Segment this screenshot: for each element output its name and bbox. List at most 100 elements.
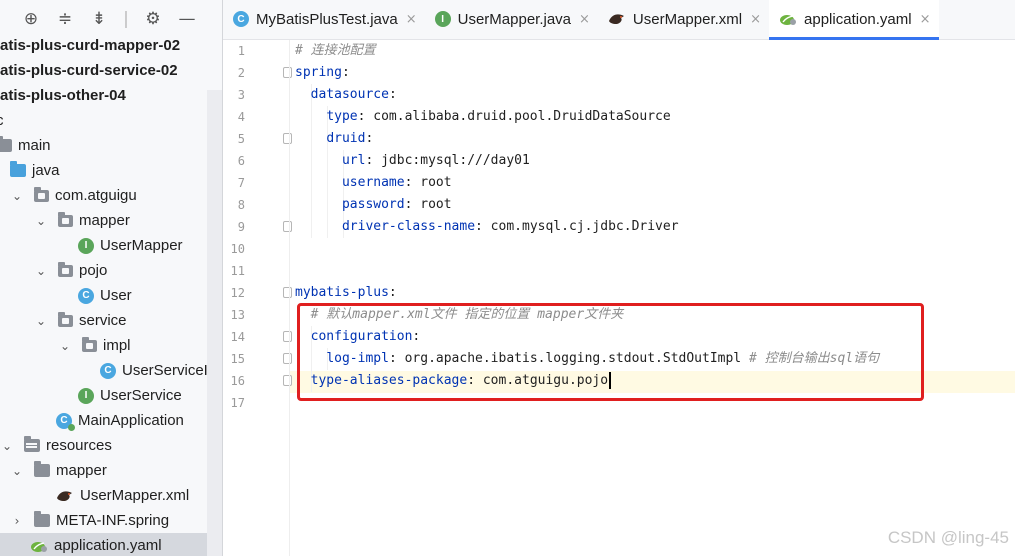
yaml-value: : com.mysql.cj.jdbc.Driver: [475, 219, 679, 234]
line-number: 2: [237, 66, 245, 80]
code-line[interactable]: type: com.alibaba.druid.pool.DruidDataSo…: [295, 106, 670, 128]
code-line[interactable]: username: root: [295, 172, 452, 194]
yaml-key: datasource: [310, 87, 389, 102]
tree-item[interactable]: ⌄ mapper: [0, 458, 222, 483]
chevron-right-icon[interactable]: ›: [10, 514, 24, 528]
annotation-highlight-box: [297, 303, 924, 401]
code-line[interactable]: url: jdbc:mysql:///day01: [295, 150, 530, 172]
code-line[interactable]: datasource:: [295, 84, 397, 106]
chevron-down-icon[interactable]: ⌄: [58, 339, 72, 353]
tree-item-label: META-INF.spring: [56, 512, 170, 529]
tree-item-label: service: [79, 312, 127, 329]
editor-tab[interactable]: C MyBatisPlusTest.java ×: [223, 0, 425, 39]
yaml-value: : jdbc:mysql:///day01: [365, 153, 530, 168]
line-number: 6: [237, 154, 245, 168]
tree-item[interactable]: application.yaml: [0, 533, 222, 556]
interface-icon: I: [434, 11, 451, 27]
yaml-value: :: [365, 131, 374, 146]
expand-all-icon[interactable]: ≑: [48, 4, 82, 34]
close-icon[interactable]: ×: [406, 12, 417, 27]
tree-item[interactable]: C MainApplication: [0, 408, 222, 433]
tree-item[interactable]: java: [0, 158, 222, 183]
tree-item[interactable]: ⌄ mapper: [0, 208, 222, 233]
tree-item-label: UserMapper: [100, 237, 183, 254]
code-line[interactable]: mybatis-plus:: [295, 282, 397, 304]
tree-item[interactable]: ⌄ pojo: [0, 258, 222, 283]
line-number: 13: [230, 308, 245, 322]
chevron-down-icon[interactable]: ⌄: [34, 214, 48, 228]
close-icon[interactable]: ×: [579, 12, 590, 27]
separator: |: [123, 9, 129, 29]
tree-item[interactable]: c: [0, 108, 218, 133]
tree-item-label: User: [100, 287, 132, 304]
fold-marker-icon[interactable]: [283, 287, 292, 298]
class-icon: C: [100, 362, 116, 379]
tree-item[interactable]: UserMapper.xml: [0, 483, 222, 508]
yaml-key: mybatis-plus: [295, 285, 389, 300]
fold-marker-icon[interactable]: [283, 133, 292, 144]
fold-marker-icon[interactable]: [283, 67, 292, 78]
code-line[interactable]: druid:: [295, 128, 373, 150]
line-number: 5: [237, 132, 245, 146]
line-number: 11: [230, 264, 245, 278]
gear-icon[interactable]: ⚙: [136, 4, 170, 34]
tree-item[interactable]: I UserMapper: [0, 233, 222, 258]
tree-item[interactable]: main: [0, 133, 218, 158]
mybatis-xml-icon: [56, 489, 74, 503]
code-line[interactable]: # 连接池配置: [295, 40, 376, 62]
chevron-down-icon[interactable]: ⌄: [34, 314, 48, 328]
line-number: 15: [230, 352, 245, 366]
code-line[interactable]: spring:: [295, 62, 350, 84]
mybatis-xml-icon: [608, 12, 626, 26]
tree-item-label: atis-plus-curd-service-02: [0, 62, 178, 79]
editor-tab[interactable]: UserMapper.xml ×: [598, 0, 769, 39]
tree-item[interactable]: ⌄ service: [0, 308, 222, 333]
yaml-value: : root: [404, 197, 452, 212]
tree-item[interactable]: C User: [0, 283, 222, 308]
fold-marker-icon[interactable]: [283, 221, 292, 232]
yaml-value: :: [388, 87, 397, 102]
class-icon: C: [78, 287, 94, 304]
close-icon[interactable]: ×: [920, 12, 931, 27]
fold-marker-icon[interactable]: [283, 331, 292, 342]
yaml-value: :: [388, 285, 397, 300]
crosshair-icon[interactable]: ⊕: [14, 4, 48, 34]
folder-icon: [0, 136, 12, 152]
chevron-down-icon[interactable]: ⌄: [10, 464, 24, 478]
tree-item[interactable]: C UserServiceIm: [0, 358, 222, 383]
editor-tab[interactable]: I UserMapper.java ×: [425, 0, 598, 39]
tree-item-label: pojo: [79, 262, 108, 279]
chevron-down-icon[interactable]: ⌄: [0, 439, 14, 453]
editor-tab[interactable]: application.yaml ×: [769, 0, 939, 40]
chevron-down-icon[interactable]: ⌄: [10, 189, 24, 203]
code-editor[interactable]: # 连接池配置 spring: datasource: type: com.ali…: [295, 40, 1015, 556]
tree-item[interactable]: atis-plus-other-04: [0, 83, 222, 108]
minus-icon[interactable]: —: [170, 4, 204, 34]
collapse-all-icon[interactable]: ⇟: [82, 4, 116, 34]
package-icon: [58, 261, 73, 277]
tree-item[interactable]: atis-plus-curd-mapper-02: [0, 33, 222, 58]
tree-item-label: resources: [46, 437, 112, 454]
tab-label: UserMapper.java: [457, 10, 572, 28]
tree-item-label: application.yaml: [54, 537, 162, 554]
yaml-value: : root: [404, 175, 452, 190]
editor-tab-bar: C MyBatisPlusTest.java × I UserMapper.java × U…: [223, 0, 1015, 40]
code-line[interactable]: driver-class-name: com.mysql.cj.jdbc.Dri…: [295, 216, 679, 238]
fold-marker-icon[interactable]: [283, 353, 292, 364]
tree-item[interactable]: › META-INF.spring: [0, 508, 222, 533]
chevron-down-icon[interactable]: ⌄: [34, 264, 48, 278]
tree-item-label: mapper: [79, 212, 130, 229]
tree-item[interactable]: ⌄ com.atguigu: [0, 183, 222, 208]
close-icon[interactable]: ×: [750, 12, 761, 27]
tree-item[interactable]: ⌄ impl: [0, 333, 222, 358]
tree-item[interactable]: atis-plus-curd-service-02: [0, 58, 222, 83]
tab-label: application.yaml: [804, 10, 912, 28]
tree-item[interactable]: ⌄ resources: [0, 433, 222, 458]
code-line[interactable]: password: root: [295, 194, 452, 216]
fold-marker-icon[interactable]: [283, 375, 292, 386]
folder-icon: [34, 511, 50, 527]
panel-scroll-track[interactable]: [207, 90, 222, 556]
tree-item[interactable]: I UserService: [0, 383, 222, 408]
